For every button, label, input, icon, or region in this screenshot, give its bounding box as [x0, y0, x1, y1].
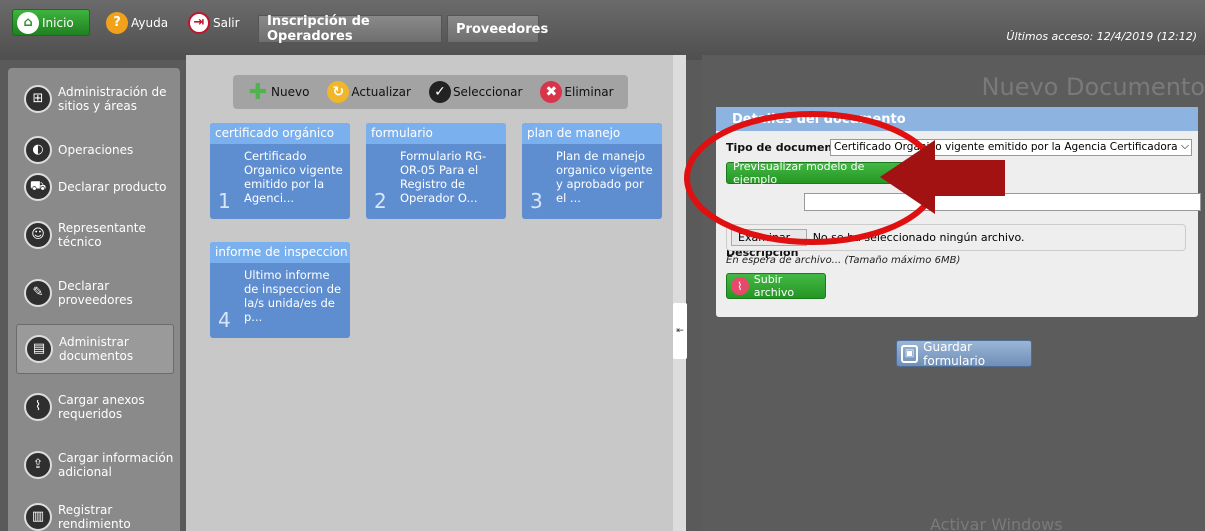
salir-button[interactable]: ⇥ Salir: [186, 9, 244, 36]
chevron-down-icon: ⌵: [1179, 140, 1189, 153]
file-upload-field[interactable]: Examinar... No se ha seleccionado ningún…: [726, 224, 1186, 251]
salir-label: Salir: [213, 15, 240, 30]
card-text: Certificado Organico vigente emitido por…: [244, 149, 343, 205]
sidebar-item-label: Cargar anexos requeridos: [58, 393, 145, 421]
attachment-icon: ⌇: [24, 393, 52, 421]
card-number: 4: [218, 308, 231, 332]
help-icon: ?: [106, 11, 128, 34]
card-title: informe de inspeccion: [210, 242, 350, 263]
inicio-label: Inicio: [42, 15, 74, 30]
document-details-form: Detalles del documento Tipo de documento…: [716, 107, 1201, 317]
sidebar-item-label: Administración de sitios y áreas: [58, 85, 167, 113]
actualizar-label: Actualizar: [351, 85, 411, 99]
details-header: Detalles del documento: [716, 107, 1198, 131]
preview-button[interactable]: Previsualizar modelo de ejemplo: [726, 160, 906, 186]
select-icon: ✓: [428, 81, 451, 103]
delete-icon: ✖: [540, 81, 563, 103]
card-number: 2: [374, 189, 387, 213]
documents-toolbar: ✚ Nuevo ↻ Actualizar ✓ Seleccionar ✖ Eli…: [233, 75, 628, 109]
card-number: 3: [530, 189, 543, 213]
supplier-icon: ✎: [24, 279, 52, 307]
no-file-text: No se ha seleccionado ningún archivo.: [812, 231, 1025, 244]
scrollbar[interactable]: [673, 55, 686, 531]
descripcion-input[interactable]: [804, 193, 1201, 211]
ayuda-button[interactable]: ? Ayuda: [104, 9, 174, 36]
sidebar-item-representante[interactable]: ☺ Representante técnico: [16, 210, 174, 260]
eliminar-button[interactable]: ✖ Eliminar: [540, 81, 614, 103]
sitemap-icon: ⊞: [24, 85, 52, 113]
nuevo-label: Nuevo: [271, 85, 310, 99]
tipo-label: Tipo de documento: [726, 141, 846, 154]
collapse-panel-toggle[interactable]: ⇤: [673, 303, 687, 359]
subir-archivo-button[interactable]: ⌇ Subir archivo: [726, 273, 826, 299]
card-title: formulario: [366, 123, 506, 144]
nuevo-button[interactable]: ✚ Nuevo: [247, 79, 310, 105]
tipo-value: Certificado Organico vigente emitido por…: [834, 141, 1192, 153]
user-icon: ☺: [24, 221, 52, 249]
sidebar: ⊞ Administración de sitios y áreas ◐ Ope…: [8, 68, 180, 531]
sidebar-item-label: Cargar información adicional: [58, 451, 174, 479]
cart-icon: ⛟: [24, 173, 52, 201]
card-number: 1: [218, 189, 231, 213]
document-card[interactable]: formulario 2 Formulario RG-OR-05 Para el…: [366, 123, 506, 219]
actualizar-button[interactable]: ↻ Actualizar: [327, 81, 411, 103]
exit-icon: ⇥: [188, 11, 210, 34]
ayuda-label: Ayuda: [131, 15, 169, 30]
examinar-button[interactable]: Examinar...: [731, 229, 807, 246]
tab-proveedores[interactable]: Proveedores: [447, 15, 548, 43]
tab-label: Proveedores: [456, 21, 549, 37]
card-title: plan de manejo: [522, 123, 662, 144]
tipo-documento-select[interactable]: Certificado Organico vigente emitido por…: [830, 139, 1192, 156]
sidebar-item-label: Administrar documentos: [59, 335, 134, 363]
guardar-formulario-button[interactable]: ▣ Guardar formulario: [896, 339, 1032, 368]
home-icon: ⌂: [17, 11, 39, 34]
sidebar-item-label: Declarar producto: [58, 180, 167, 194]
sidebar-item-label: Declarar proveedores: [58, 279, 133, 307]
save-icon: ▣: [901, 344, 919, 363]
refresh-icon: ↻: [327, 81, 350, 103]
document-card[interactable]: certificado orgánico 1 Certificado Organ…: [210, 123, 350, 219]
card-title: certificado orgánico: [210, 123, 350, 144]
sidebar-item-declarar-producto[interactable]: ⛟ Declarar producto: [16, 162, 174, 212]
sidebar-item-label: Representante técnico: [58, 221, 146, 249]
seleccionar-button[interactable]: ✓ Seleccionar: [428, 81, 523, 103]
collapse-arrow-icon: ⇤: [676, 326, 684, 336]
panel-title: Nuevo Documento: [981, 73, 1205, 101]
guardar-formulario-label: Guardar formulario: [923, 339, 986, 368]
tab-inscripcion-operadores[interactable]: Inscripción de Operadores: [258, 14, 442, 44]
sidebar-item-label: Operaciones: [58, 143, 134, 157]
upload-status-text: En espera de archivo... (Tamaño máximo 6…: [726, 255, 961, 266]
card-text: Ultimo informe de inspeccion de la/s uni…: [244, 268, 342, 324]
preview-label: Previsualizar modelo de ejemplo: [733, 160, 865, 186]
sidebar-item-documentos[interactable]: ▤ Administrar documentos: [16, 324, 174, 374]
chart-icon: ▥: [24, 503, 52, 531]
sidebar-item-informacion[interactable]: ⇪ Cargar información adicional: [16, 440, 174, 490]
card-text: Formulario RG-OR-05 Para el Registro de …: [400, 149, 487, 205]
upload-icon: ⌇: [731, 277, 749, 295]
top-bar: ⌂ Inicio ? Ayuda ⇥ Salir Inscripción de …: [0, 0, 1205, 60]
sidebar-item-proveedores[interactable]: ✎ Declarar proveedores: [16, 268, 174, 318]
windows-activation-watermark: Activar Windows: [930, 515, 1063, 531]
upload-icon: ⇪: [24, 451, 52, 479]
document-card[interactable]: informe de inspeccion 4 Ultimo informe d…: [210, 242, 350, 338]
sidebar-item-label: Registrar rendimiento: [58, 503, 131, 531]
operations-icon: ◐: [24, 136, 52, 164]
document-card[interactable]: plan de manejo 3 Plan de manejo organico…: [522, 123, 662, 219]
tab-label: Inscripción de Operadores: [267, 14, 370, 44]
seleccionar-label: Seleccionar: [452, 85, 523, 99]
card-text: Plan de manejo organico vigente y aproba…: [556, 149, 653, 205]
documents-list-panel: ✚ Nuevo ↻ Actualizar ✓ Seleccionar ✖ Eli…: [186, 55, 686, 531]
inicio-button[interactable]: ⌂ Inicio: [12, 9, 90, 36]
sidebar-item-rendimiento[interactable]: ▥ Registrar rendimiento: [16, 492, 174, 531]
eliminar-label: Eliminar: [564, 85, 614, 99]
new-document-panel: Nuevo Documento Detalles del documento T…: [702, 55, 1205, 531]
last-access-text: Últimos acceso: 12/4/2019 (12:12): [1006, 30, 1197, 43]
documents-icon: ▤: [25, 335, 53, 363]
sidebar-item-anexos[interactable]: ⌇ Cargar anexos requeridos: [16, 382, 174, 432]
sidebar-item-sitios[interactable]: ⊞ Administración de sitios y áreas: [16, 74, 174, 124]
plus-icon: ✚: [248, 79, 268, 105]
subir-archivo-label: Subir archivo: [753, 273, 795, 299]
